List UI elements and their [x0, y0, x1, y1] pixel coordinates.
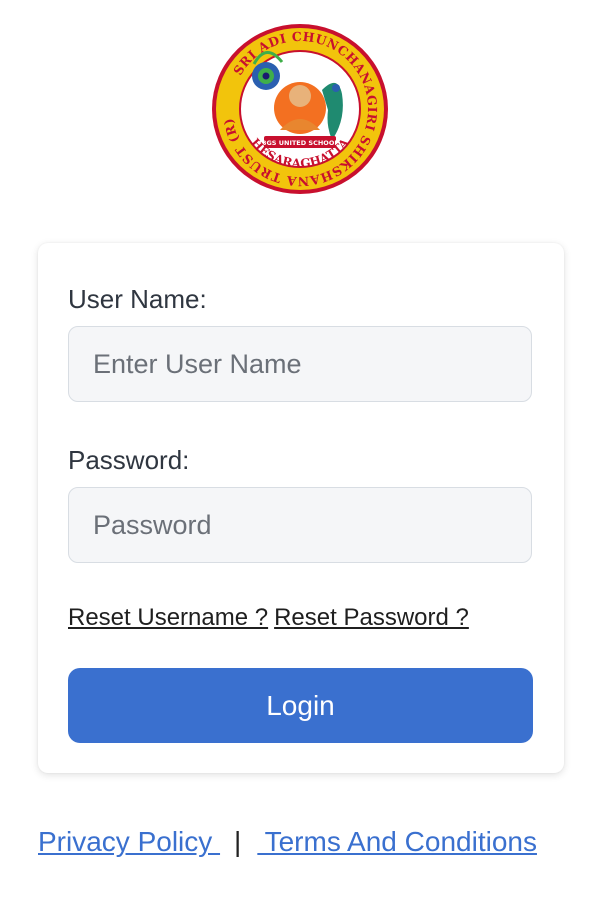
reset-password-link[interactable]: Reset Password ?	[274, 604, 469, 631]
username-label: User Name:	[68, 284, 207, 314]
privacy-policy-link[interactable]: Privacy Policy	[38, 826, 220, 857]
login-card: User Name: Password: Reset Username ?Res…	[38, 243, 564, 773]
footer-links: Privacy Policy | Terms And Conditions	[38, 826, 537, 858]
password-label: Password:	[68, 445, 190, 475]
username-input[interactable]	[68, 326, 532, 402]
school-logo: SRI ADI CHUNCHANAGIRI SHIKSHANA TRUST (R…	[210, 22, 390, 196]
terms-conditions-link[interactable]: Terms And Conditions	[257, 826, 537, 857]
trust-emblem-icon: SRI ADI CHUNCHANAGIRI SHIKSHANA TRUST (R…	[212, 24, 388, 194]
password-input[interactable]	[68, 487, 532, 563]
footer-separator: |	[234, 826, 242, 857]
login-button[interactable]: Login	[68, 668, 533, 743]
login-page: SRI ADI CHUNCHANAGIRI SHIKSHANA TRUST (R…	[0, 0, 600, 900]
reset-username-link[interactable]: Reset Username ?	[68, 604, 268, 631]
reset-links: Reset Username ? Reset Password ?	[68, 604, 469, 632]
logo-banner-text: BGS UNITED SCHOOL	[262, 139, 339, 147]
